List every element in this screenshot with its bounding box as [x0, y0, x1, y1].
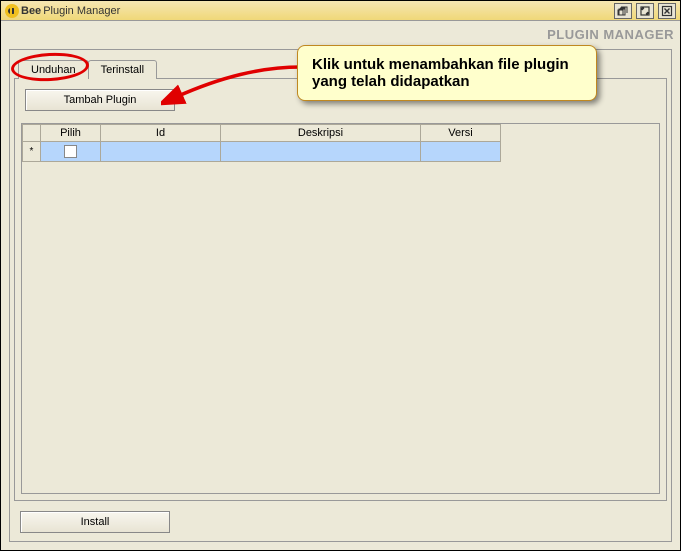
col-header-versi[interactable]: Versi	[421, 125, 501, 142]
plugin-manager-window: Bee Plugin Manager PLUGIN MANAGER Unduha…	[0, 0, 681, 551]
bee-icon	[5, 4, 19, 18]
annotation-callout: Klik untuk menambahkan file plugin yang …	[297, 45, 597, 101]
page-title: PLUGIN MANAGER	[547, 27, 674, 42]
cell-deskripsi[interactable]	[221, 142, 421, 162]
tab-strip: Unduhan Terinstall	[18, 60, 156, 79]
maximize-icon[interactable]	[636, 3, 654, 19]
restore-down-icon[interactable]	[614, 3, 632, 19]
plugin-table-container: Pilih Id Deskripsi Versi *	[21, 123, 660, 494]
cell-id[interactable]	[101, 142, 221, 162]
plugin-table: Pilih Id Deskripsi Versi *	[22, 124, 501, 162]
cell-pilih[interactable]	[41, 142, 101, 162]
titlebar: Bee Plugin Manager	[1, 1, 680, 21]
checkbox[interactable]	[64, 145, 77, 158]
window-title: Plugin Manager	[43, 5, 120, 17]
add-plugin-button[interactable]: Tambah Plugin	[25, 89, 175, 111]
col-header-deskripsi[interactable]: Deskripsi	[221, 125, 421, 142]
row-header-corner	[23, 125, 41, 142]
app-logo: Bee	[5, 4, 41, 18]
row-marker: *	[23, 142, 41, 162]
title-buttons	[614, 3, 676, 19]
install-button[interactable]: Install	[20, 511, 170, 533]
table-row[interactable]: *	[23, 142, 501, 162]
content-panel: Unduhan Terinstall Tambah Plugin Pilih I…	[9, 49, 672, 542]
col-header-pilih[interactable]: Pilih	[41, 125, 101, 142]
cell-versi[interactable]	[421, 142, 501, 162]
logo-text: Bee	[21, 5, 41, 17]
col-header-id[interactable]: Id	[101, 125, 221, 142]
tab-panel-unduhan: Tambah Plugin Pilih Id Deskripsi Versi	[14, 78, 667, 501]
close-icon[interactable]	[658, 3, 676, 19]
tab-terinstall[interactable]: Terinstall	[88, 60, 157, 79]
tab-unduhan[interactable]: Unduhan	[18, 60, 89, 79]
